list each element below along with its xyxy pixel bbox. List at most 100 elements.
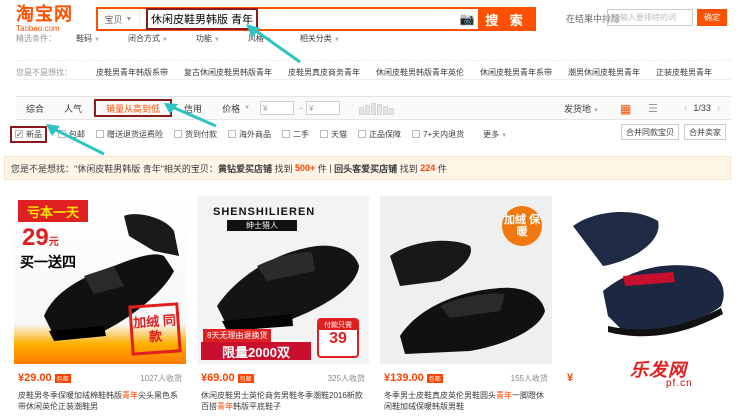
title-text: 韩版平底鞋子	[233, 402, 281, 411]
search-button[interactable]: 搜 索	[478, 9, 534, 29]
checkbox-secondhand[interactable]: 二手	[282, 129, 309, 140]
notice-query: "休闲皮鞋男韩版 青年"	[74, 163, 164, 174]
price-line: ¥69.00 包邮 325人收货	[201, 372, 365, 384]
checkbox-icon	[174, 130, 182, 138]
filter-item[interactable]: 风格 ▼	[248, 33, 272, 44]
watermark-sub: pf.cn	[666, 378, 693, 389]
product-card[interactable]: 亏本一天 29元 买一送四 加绒 同款 ¥29.00 包邮 1027人收货 皮鞋…	[14, 196, 186, 411]
sort-popularity[interactable]: 人气	[54, 97, 92, 119]
search-category-label: 宝贝	[104, 14, 123, 25]
notice-unit-2: 件	[437, 163, 447, 174]
checkbox-label: 货到付款	[185, 129, 217, 139]
title-highlight: 青年	[496, 391, 512, 400]
checkbox-icon	[96, 130, 104, 138]
checkbox-icon	[320, 130, 328, 138]
promo-pay: 付款只需 39	[317, 318, 359, 358]
filter-item[interactable]: 相关分类 ▼	[300, 33, 340, 44]
notice-found-2: 找到	[399, 163, 418, 174]
checkbox-return-insurance[interactable]: 赠送退货运费险	[96, 129, 163, 140]
promo-price-value: 29	[22, 224, 49, 251]
chevron-down-icon: ▼	[501, 132, 508, 139]
price-min-input[interactable]: ¥	[260, 101, 295, 115]
checkbox-overseas[interactable]: 海外商品	[228, 129, 271, 140]
product-price: ¥	[567, 372, 574, 384]
filter-item-label: 相关分类	[299, 33, 332, 43]
product-card[interactable]: 加绒 保暖 ¥139.00 包邮 155人收货 冬季男士皮鞋真皮英伦男鞋圆头青年…	[380, 196, 552, 411]
search-box: 宝贝 ▼ 休闲皮鞋男韩版 青年 📷 搜 索	[96, 7, 536, 31]
filter-item[interactable]: 功能 ▼	[196, 33, 220, 44]
related-tag[interactable]: 休闲皮鞋男韩版青年英伦	[376, 67, 464, 78]
sort-sales-desc[interactable]: 销量从高到低	[94, 99, 173, 117]
grid-view-icon[interactable]: ▦	[620, 103, 632, 115]
checkbox-free-shipping[interactable]: 包邮	[58, 129, 85, 140]
product-card[interactable]: SHENSHILIEREN 绅士猎人 8天无理由退换货 限量2000双 付款只需…	[197, 196, 369, 411]
price-max-input[interactable]: ¥	[306, 101, 341, 115]
related-tag[interactable]: 正装皮鞋男青年	[656, 67, 712, 78]
related-tag[interactable]: 皮鞋男真皮商务青年	[288, 67, 360, 78]
chevron-down-icon: ▼	[94, 36, 100, 43]
free-shipping-badge: 包邮	[54, 373, 71, 383]
exclude-input[interactable]: 请输入要排除的词	[607, 9, 693, 26]
merge-same-button[interactable]: 合并同款宝贝	[621, 124, 679, 140]
price-bar	[365, 105, 371, 115]
notice-mid: 相关的宝贝：	[163, 163, 218, 174]
product-card[interactable]: ¥	[563, 196, 735, 384]
checkbox-tmall[interactable]: 天猫	[320, 129, 347, 140]
watermark-text: 乐发网	[630, 360, 687, 380]
more-filters[interactable]: 更多 ▼	[483, 129, 507, 140]
product-image[interactable]: 加绒 保暖	[380, 196, 552, 364]
page-indicator: 1/33	[693, 103, 711, 113]
product-price: ¥139.00	[384, 372, 424, 384]
filter-item[interactable]: 闭合方式 ▼	[128, 33, 168, 44]
product-image[interactable]: SHENSHILIEREN 绅士猎人 8天无理由退换货 限量2000双 付款只需…	[197, 196, 369, 364]
promo-brand-cn: 绅士猎人	[227, 220, 297, 231]
product-title[interactable]: 休闲皮鞋男士英伦商务男鞋冬季潮鞋2016新款百搭青年韩版平底鞋子	[201, 390, 365, 412]
checkbox-label: 新品	[26, 129, 42, 139]
product-image[interactable]: 亏本一天 29元 买一送四 加绒 同款	[14, 196, 186, 364]
product-title[interactable]: 皮鞋男冬季保暖加绒棉鞋韩版青年尖头黑色系带休闲英伦正装潮鞋男	[18, 390, 182, 412]
promo-pay-label: 付款只需	[319, 320, 357, 330]
next-page-icon[interactable]: ›	[717, 103, 720, 114]
list-view-icon[interactable]: ☰	[648, 103, 660, 115]
notice-store-1[interactable]: 黄钻爱买店铺	[218, 162, 272, 175]
checkbox-cod[interactable]: 货到付款	[174, 129, 217, 140]
related-tag[interactable]: 复古休闲皮鞋男韩版青年	[184, 67, 272, 78]
promo-brand: SHENSHILIEREN	[213, 206, 316, 218]
checkbox-icon	[282, 130, 290, 138]
taobao-logo[interactable]: 淘宝网 Taobao.com	[16, 4, 73, 33]
free-shipping-badge: 包邮	[237, 373, 254, 383]
sort-bar: 综合 人气 销量从高到低 信用 价格 ▼ ¥ - ¥ 发货地 ▼ ▦ ☰ ‹ 1/3…	[16, 96, 731, 120]
price-bar	[383, 106, 389, 115]
search-input[interactable]: 休闲皮鞋男韩版 青年	[140, 8, 456, 30]
chevron-down-icon: ▼	[244, 105, 251, 111]
notice-store-2[interactable]: 回头客爱买店铺	[334, 162, 397, 175]
promo-stamp: 加绒 同款	[128, 302, 182, 356]
product-image[interactable]	[563, 196, 735, 364]
merge-seller-button[interactable]: 合并卖家	[684, 124, 726, 140]
price-line: ¥139.00 包邮 155人收货	[384, 372, 548, 384]
promo-limit: 限量2000双	[201, 342, 311, 360]
sort-price[interactable]: 价格 ▼	[212, 97, 260, 119]
camera-icon[interactable]: 📷	[456, 9, 478, 29]
product-title[interactable]: 冬季男士皮鞋真皮英伦男鞋圆头青年一脚蹬休闲鞋加绒保暖韩版男鞋	[384, 390, 548, 412]
search-query-text-2: 青年	[231, 14, 254, 26]
promo-price-unit: 元	[48, 237, 59, 248]
more-label: 更多	[483, 129, 500, 139]
confirm-button[interactable]: 确定	[697, 9, 727, 26]
filter-item[interactable]: 鞋码 ▼	[76, 33, 100, 44]
checkbox-7day-return[interactable]: 7+天内退货	[412, 129, 464, 140]
related-tag[interactable]: 休闲皮鞋男青年系带	[480, 67, 552, 78]
checkbox-new[interactable]: ✓ 新品	[10, 125, 47, 143]
prev-page-icon[interactable]: ‹	[684, 103, 687, 114]
sort-comprehensive[interactable]: 综合	[16, 97, 54, 119]
title-highlight: 青年	[122, 391, 138, 400]
chevron-down-icon: ▼	[213, 36, 220, 43]
related-tag[interactable]: 潮男休闲皮鞋男青年	[568, 67, 640, 78]
related-tag[interactable]: 皮鞋男青年韩版系带	[96, 67, 168, 78]
promo-banner: 亏本一天	[18, 200, 88, 222]
checkbox-genuine[interactable]: 正品保障	[358, 129, 401, 140]
price-distribution-chart[interactable]	[359, 101, 395, 115]
search-category-select[interactable]: 宝贝 ▼	[98, 9, 140, 29]
ship-from-select[interactable]: 发货地 ▼	[564, 102, 599, 115]
sort-credit[interactable]: 信用	[174, 97, 212, 119]
